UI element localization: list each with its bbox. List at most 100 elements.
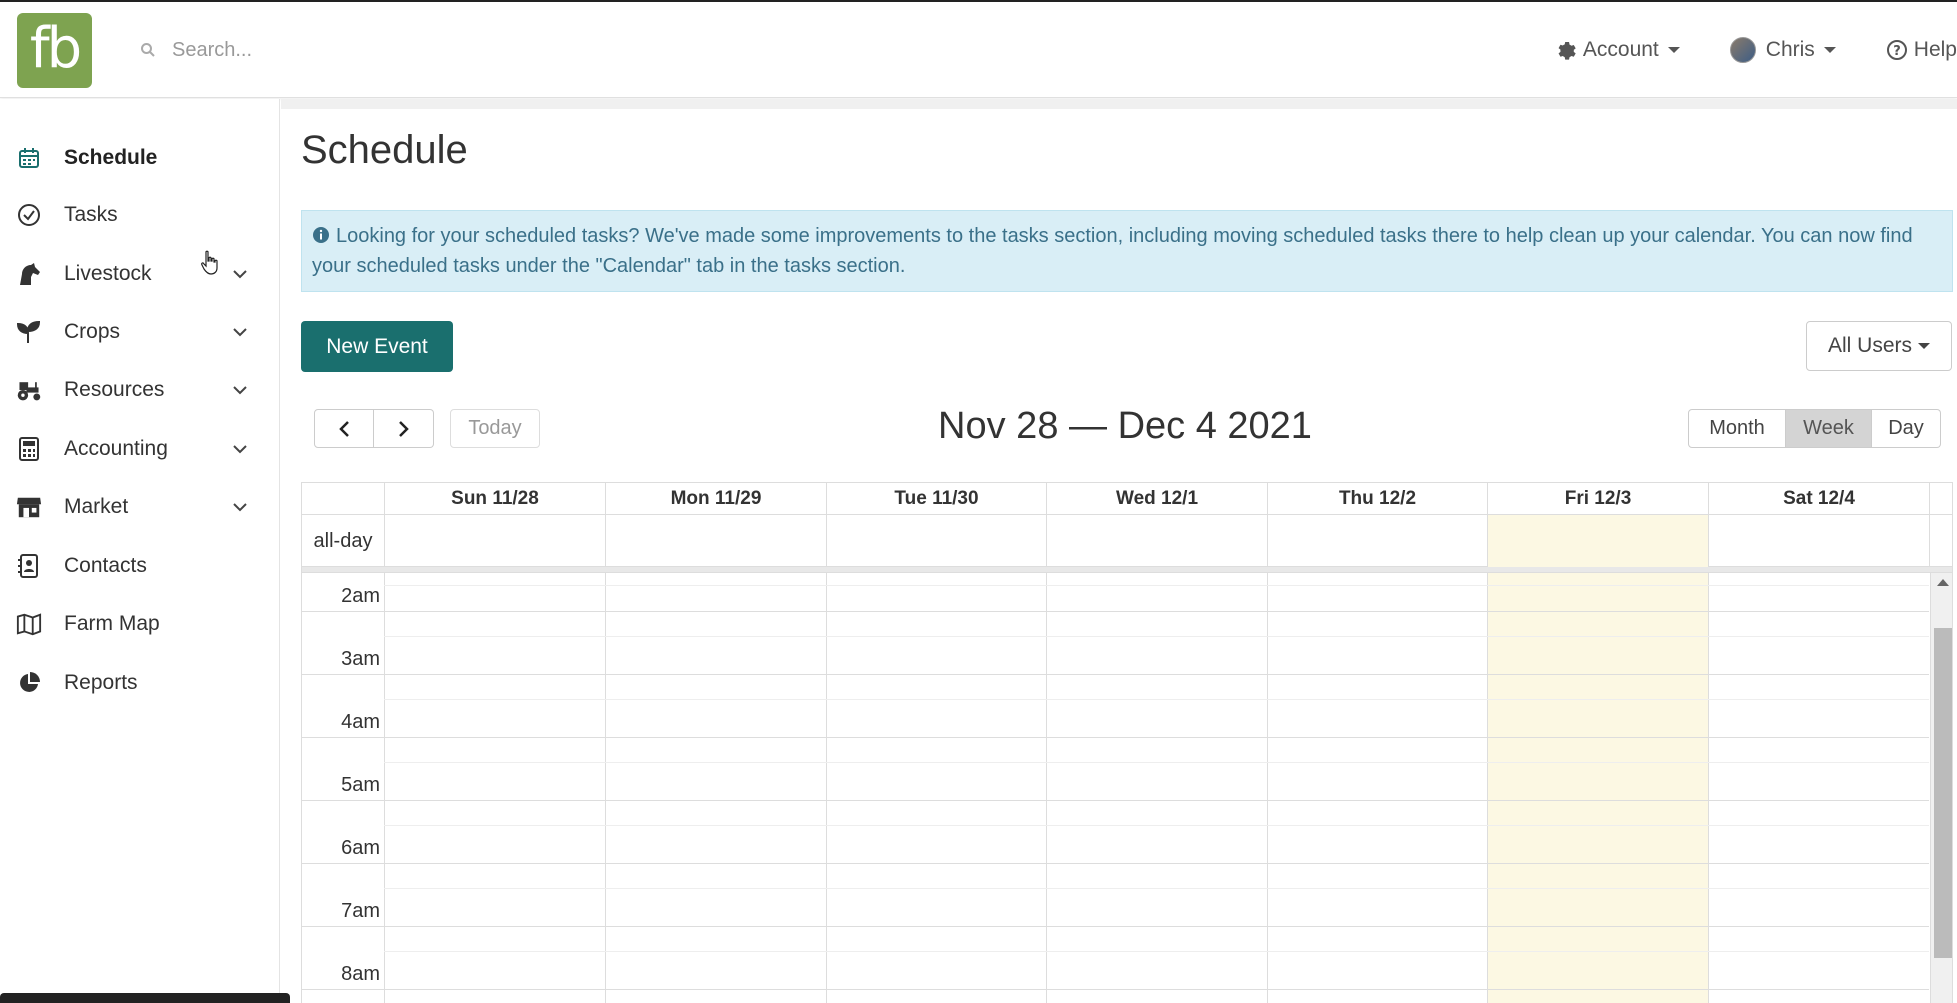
sidebar-item-label: Tasks <box>64 203 118 226</box>
day-column[interactable] <box>1267 573 1487 1003</box>
grid-line <box>302 800 1929 801</box>
grid-line <box>302 863 1929 864</box>
grid-line <box>384 888 1929 889</box>
sidebar-bottom-bar <box>0 993 290 1003</box>
sidebar-item-farm-map[interactable]: Farm Map <box>0 600 280 648</box>
prev-week-button[interactable] <box>314 409 374 448</box>
sidebar-item-livestock[interactable]: Livestock <box>0 250 280 298</box>
user-label: Chris <box>1765 38 1815 61</box>
avatar <box>1729 37 1756 63</box>
sidebar-item-contacts[interactable]: Contacts <box>0 542 280 590</box>
grid-line <box>384 699 1929 700</box>
grid-line <box>384 951 1929 952</box>
address-book-icon <box>16 553 42 579</box>
allday-cell[interactable] <box>1708 515 1929 567</box>
chevron-left-icon <box>339 420 349 437</box>
allday-cell[interactable] <box>1046 515 1267 567</box>
allday-cell[interactable] <box>1267 515 1487 567</box>
caret-down-icon <box>1918 343 1930 349</box>
day-column[interactable] <box>384 573 605 1003</box>
search-input[interactable] <box>172 38 572 62</box>
seedling-icon <box>16 319 42 345</box>
day-column[interactable] <box>605 573 826 1003</box>
allday-label: all-day <box>313 530 373 552</box>
sidebar-item-reports[interactable]: Reports <box>0 659 280 707</box>
header-scroll-gutter <box>1929 483 1952 515</box>
sidebar-item-market[interactable]: Market <box>0 483 280 531</box>
calendar-icon <box>16 145 42 171</box>
chevron-down-icon <box>233 270 247 279</box>
allday-row: all-day <box>302 515 1952 567</box>
search-box[interactable] <box>140 30 640 70</box>
top-navbar: fb Account Chris ? Help <box>0 0 1957 98</box>
scroll-up-arrow-icon[interactable] <box>1937 579 1949 586</box>
new-event-button[interactable]: New Event <box>301 321 453 372</box>
caret-down-icon <box>1823 47 1836 53</box>
sidebar-item-label: Livestock <box>64 262 152 285</box>
sidebar-item-tasks[interactable]: Tasks <box>0 191 280 239</box>
sidebar-item-label: Schedule <box>64 146 158 169</box>
sidebar-item-label: Contacts <box>64 554 147 577</box>
allday-cell[interactable] <box>605 515 826 567</box>
sidebar-item-resources[interactable]: Resources <box>0 366 280 414</box>
content-top-shade <box>281 99 1957 109</box>
allday-cell[interactable] <box>384 515 605 567</box>
time-label: 6am <box>341 837 380 859</box>
mouse-cursor-icon <box>201 250 218 275</box>
time-label: 3am <box>341 648 380 670</box>
today-button[interactable]: Today <box>450 409 540 448</box>
month-view-button[interactable]: Month <box>1688 409 1786 448</box>
svg-text:?: ? <box>1893 44 1901 59</box>
day-column[interactable] <box>1708 573 1929 1003</box>
calculator-icon <box>16 436 42 462</box>
chevron-down-icon <box>233 503 247 512</box>
grid-line <box>384 585 1929 586</box>
user-menu[interactable]: Chris <box>1729 37 1836 63</box>
horse-icon <box>16 261 42 287</box>
chevron-down-icon <box>233 445 247 454</box>
grid-line <box>384 825 1929 826</box>
allday-cell-today[interactable] <box>1487 515 1708 567</box>
gear-icon <box>1558 41 1576 60</box>
time-label: 8am <box>341 963 380 985</box>
calendar-scrollbar[interactable] <box>1930 573 1952 1003</box>
day-column[interactable] <box>1046 573 1267 1003</box>
day-column[interactable] <box>826 573 1046 1003</box>
day-header: Wed 12/1 <box>1046 483 1267 515</box>
sidebar-item-label: Crops <box>64 320 121 343</box>
scrollbar-thumb[interactable] <box>1934 628 1952 958</box>
store-icon <box>16 494 42 520</box>
sidebar-item-accounting[interactable]: Accounting <box>0 425 280 473</box>
sidebar-item-crops[interactable]: Crops <box>0 308 280 356</box>
sidebar-item-label: Farm Map <box>64 612 160 635</box>
grid-line <box>302 926 1929 927</box>
alert-text: Looking for your scheduled tasks? We've … <box>312 225 1913 277</box>
date-range-title: Nov 28 — Dec 4 2021 <box>938 405 1312 447</box>
sidebar-item-label: Reports <box>64 671 138 694</box>
day-header: Tue 11/30 <box>826 483 1046 515</box>
day-view-button[interactable]: Day <box>1872 409 1941 448</box>
next-week-button[interactable] <box>374 409 434 448</box>
week-navigation <box>314 409 434 448</box>
time-label: 4am <box>341 711 380 733</box>
account-menu[interactable]: Account <box>1555 38 1680 62</box>
info-alert: Looking for your scheduled tasks? We've … <box>301 210 1953 292</box>
search-icon <box>141 43 155 57</box>
help-link[interactable]: ? Help <box>1886 38 1957 62</box>
users-filter-dropdown[interactable]: All Users <box>1806 321 1952 371</box>
tractor-icon <box>16 377 42 403</box>
sidebar-item-schedule[interactable]: Schedule <box>0 134 280 182</box>
grid-line <box>302 674 1929 675</box>
day-header: Mon 11/29 <box>605 483 826 515</box>
sidebar-item-label: Accounting <box>64 437 168 460</box>
day-column-today[interactable] <box>1487 573 1708 1003</box>
chevron-right-icon <box>398 420 409 437</box>
week-view-button[interactable]: Week <box>1786 409 1872 448</box>
farmbrite-logo[interactable]: fb <box>17 13 92 88</box>
time-grid: 2am 3am 4am 5am 6am 7am 8am <box>302 573 1952 1003</box>
allday-cell[interactable] <box>826 515 1046 567</box>
grid-line <box>302 737 1929 738</box>
view-switcher: Month Week Day <box>1688 409 1941 448</box>
caret-down-icon <box>1667 47 1680 53</box>
day-header: Fri 12/3 <box>1487 483 1708 515</box>
